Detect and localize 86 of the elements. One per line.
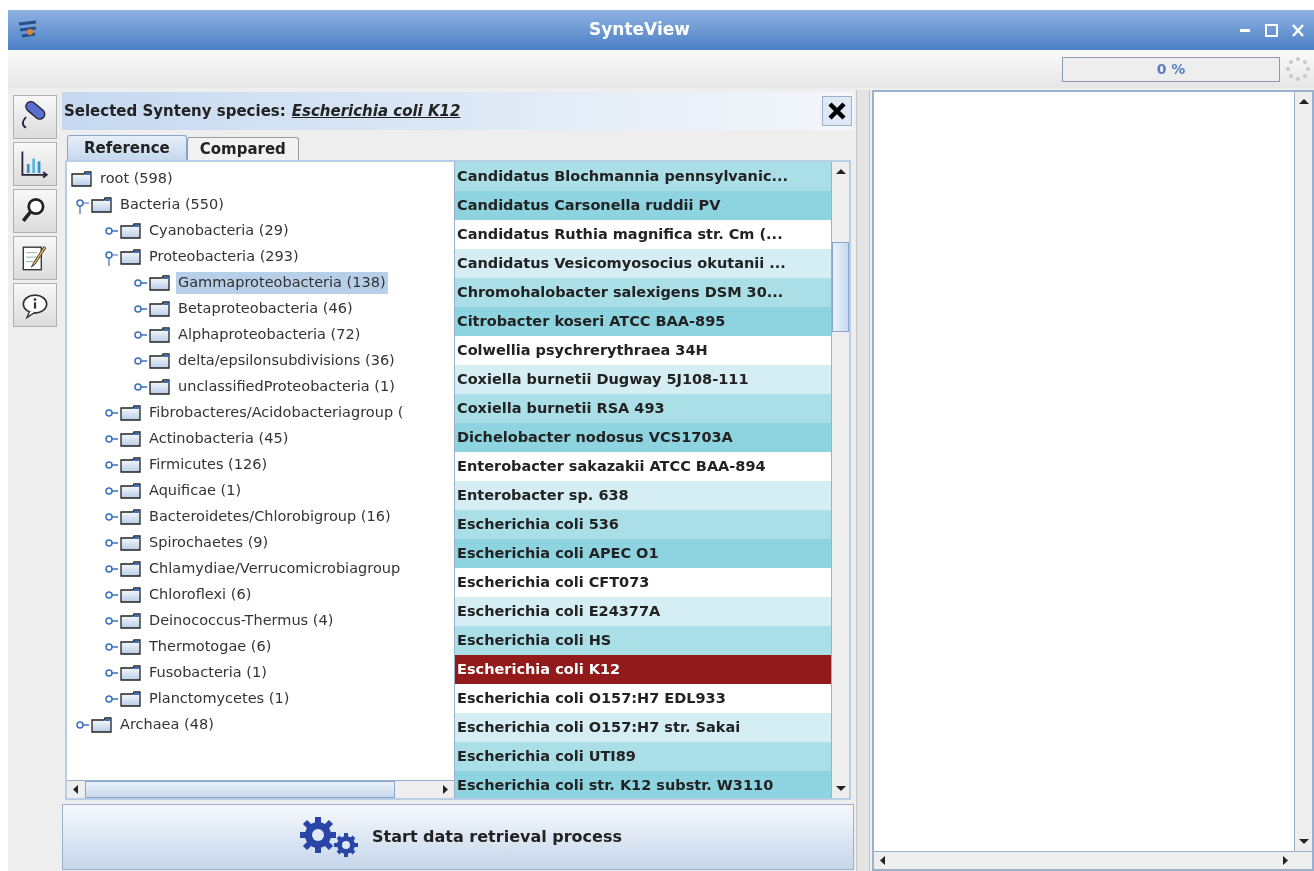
expanded-node-icon[interactable] bbox=[75, 196, 89, 214]
tab[interactable]: Reference bbox=[67, 135, 187, 160]
folder-icon bbox=[149, 326, 171, 344]
species-row[interactable]: Candidatus Carsonella ruddii PV bbox=[455, 191, 831, 220]
species-row[interactable]: Coxiella burnetii RSA 493 bbox=[455, 394, 831, 423]
horizontal-scrollbar[interactable] bbox=[67, 780, 454, 798]
folder-icon bbox=[120, 508, 142, 526]
expanded-node-icon[interactable] bbox=[104, 248, 118, 266]
folder-icon bbox=[120, 248, 142, 266]
folder-icon bbox=[120, 222, 142, 240]
folder-icon bbox=[120, 612, 142, 630]
horizontal-scrollbar[interactable] bbox=[874, 851, 1312, 869]
close-icon[interactable] bbox=[1292, 23, 1304, 37]
tree-item[interactable]: Archaea (48) bbox=[118, 714, 216, 736]
species-row[interactable]: Escherichia coli UTI89 bbox=[455, 742, 831, 771]
tree-item[interactable]: Aquificae (1) bbox=[147, 480, 244, 502]
folder-icon bbox=[149, 274, 171, 292]
species-row[interactable]: Citrobacter koseri ATCC BAA-895 bbox=[455, 307, 831, 336]
maximize-icon[interactable] bbox=[1265, 23, 1278, 37]
species-row[interactable]: Escherichia coli O157:H7 str. Sakai bbox=[455, 713, 831, 742]
tree-item[interactable]: Gammaproteobacteria (138) bbox=[176, 272, 388, 294]
tool-button[interactable] bbox=[13, 95, 57, 139]
folder-icon bbox=[120, 690, 142, 708]
tree-item[interactable]: root (598) bbox=[98, 168, 175, 190]
start-retrieval-button[interactable]: Start data retrieval process bbox=[62, 804, 854, 870]
tool-button[interactable] bbox=[13, 283, 57, 327]
species-row[interactable]: Chromohalobacter salexigens DSM 30... bbox=[455, 278, 831, 307]
species-row[interactable]: Escherichia coli HS bbox=[455, 626, 831, 655]
tree-item[interactable]: Actinobacteria (45) bbox=[147, 428, 291, 450]
close-icon bbox=[827, 101, 847, 121]
tab[interactable]: Compared bbox=[186, 137, 299, 160]
tree-item[interactable]: Bacteroidetes/Chlorobigroup (16) bbox=[147, 506, 393, 528]
tool-button[interactable] bbox=[13, 189, 57, 233]
tree-item[interactable]: Alphaproteobacteria (72) bbox=[176, 324, 363, 346]
folder-icon bbox=[91, 716, 113, 734]
species-label: Selected Synteny species: bbox=[64, 100, 286, 122]
scrollbar-thumb[interactable] bbox=[85, 781, 395, 798]
folder-icon bbox=[91, 196, 113, 214]
folder-icon bbox=[71, 170, 93, 188]
vertical-scrollbar[interactable] bbox=[1294, 92, 1312, 851]
close-panel-button[interactable] bbox=[822, 96, 852, 126]
species-row[interactable]: Escherichia coli 536 bbox=[455, 510, 831, 539]
species-row[interactable]: Candidatus Blochmannia pennsylvanic... bbox=[455, 162, 831, 191]
tree-item[interactable]: Chloroflexi (6) bbox=[147, 584, 254, 606]
species-row[interactable]: Escherichia coli E24377A bbox=[455, 597, 831, 626]
tree-item[interactable]: Spirochaetes (9) bbox=[147, 532, 271, 554]
folder-icon bbox=[120, 404, 142, 422]
species-row[interactable]: Escherichia coli APEC O1 bbox=[455, 539, 831, 568]
species-row[interactable]: Enterobacter sp. 638 bbox=[455, 481, 831, 510]
tree-item[interactable]: Proteobacteria (293) bbox=[147, 246, 301, 268]
folder-icon bbox=[120, 560, 142, 578]
folder-icon bbox=[120, 664, 142, 682]
tree-item[interactable]: Cyanobacteria (29) bbox=[147, 220, 291, 242]
tree-item[interactable]: Planctomycetes (1) bbox=[147, 688, 292, 710]
folder-icon bbox=[120, 638, 142, 656]
progress-label: 0 % bbox=[1156, 59, 1186, 79]
scrollbar-thumb[interactable] bbox=[832, 242, 849, 332]
species-row[interactable]: Candidatus Vesicomyosocius okutanii ... bbox=[455, 249, 831, 278]
spinner-icon bbox=[1284, 55, 1312, 83]
species-row[interactable]: Coxiella burnetii Dugway 5J108-111 bbox=[455, 365, 831, 394]
tree-item[interactable]: Betaproteobacteria (46) bbox=[176, 298, 355, 320]
tool-button[interactable] bbox=[13, 142, 57, 186]
tree-item[interactable]: Deinococcus-Thermus (4) bbox=[147, 610, 336, 632]
species-row[interactable]: Dichelobacter nodosus VCS1703A bbox=[455, 423, 831, 452]
tree-item[interactable]: Fusobacteria (1) bbox=[147, 662, 269, 684]
vertical-scrollbar[interactable] bbox=[831, 162, 849, 798]
folder-icon bbox=[149, 378, 171, 396]
tree-item[interactable]: delta/epsilonsubdivisions (36) bbox=[176, 350, 397, 372]
folder-icon bbox=[120, 482, 142, 500]
tree-item[interactable]: Firmicutes (126) bbox=[147, 454, 270, 476]
folder-icon bbox=[120, 586, 142, 604]
tree-item[interactable]: Fibrobacteres/Acidobacteriagroup ( bbox=[147, 402, 406, 424]
folder-icon bbox=[120, 430, 142, 448]
folder-icon bbox=[149, 352, 171, 370]
tool-button[interactable] bbox=[13, 236, 57, 280]
window-title: SynteView bbox=[589, 19, 690, 40]
species-row[interactable]: Escherichia coli K12 bbox=[455, 655, 831, 684]
species-link[interactable]: Escherichia coli K12 bbox=[291, 99, 461, 123]
folder-icon bbox=[120, 534, 142, 552]
folder-icon bbox=[120, 456, 142, 474]
tree-item[interactable]: Bacteria (550) bbox=[118, 194, 226, 216]
tree-item[interactable]: Thermotogae (6) bbox=[147, 636, 274, 658]
tree-item[interactable]: Chlamydiae/Verrucomicrobiagroup bbox=[147, 558, 403, 580]
species-row[interactable]: Escherichia coli str. K12 substr. W3110 bbox=[455, 771, 831, 798]
tree-item[interactable]: unclassifiedProteobacteria (1) bbox=[176, 376, 397, 398]
folder-icon bbox=[149, 300, 171, 318]
